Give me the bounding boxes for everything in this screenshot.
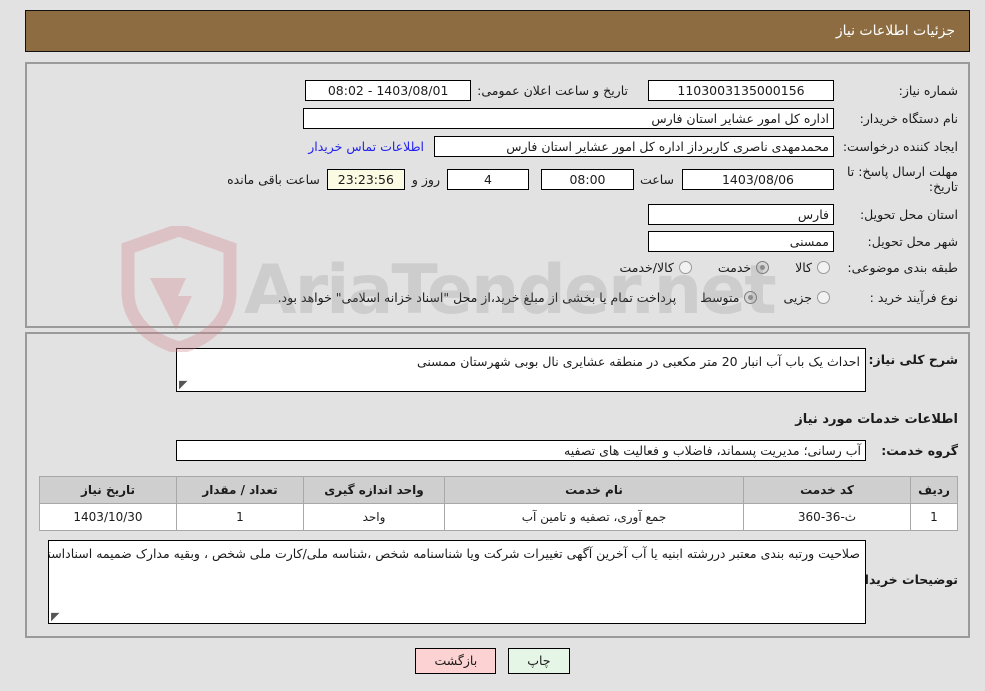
radio-motavaset-icon[interactable] (744, 291, 758, 304)
radio-kala-label: کالا (795, 260, 812, 275)
buyer-org-label: نام دستگاه خریدار: (859, 111, 958, 126)
buyer-org-value: اداره کل امور عشایر استان فارس (303, 108, 834, 129)
deadline-hour-label: ساعت (639, 171, 674, 187)
back-button[interactable]: بازگشت (415, 648, 497, 674)
cell-radif: 1 (910, 503, 958, 531)
general-desc-label: شرح کلی نیاز: (868, 352, 958, 367)
table-header-row: ردیف کد خدمت نام خدمت واحد اندازه گیری ت… (39, 476, 958, 504)
buyer-notes-label: توضیحات خریدار: (852, 572, 958, 587)
requester-label: ایجاد کننده درخواست: (842, 139, 958, 154)
radio-option-jozei[interactable]: جزیی (783, 290, 830, 305)
radio-khedmat-label: خدمت (717, 260, 752, 275)
buyer-notes-value: صلاحیت ورتبه بندی معتبر دررشته ابنیه یا … (48, 546, 860, 561)
buyer-contact-link[interactable]: اطلاعات تماس خریدار (308, 139, 424, 154)
buyer-org-row: نام دستگاه خریدار: اداره کل امور عشایر ا… (303, 108, 958, 129)
services-section-heading: اطلاعات خدمات مورد نیاز (795, 412, 958, 427)
services-table-wrapper: ردیف کد خدمت نام خدمت واحد اندازه گیری ت… (39, 476, 958, 531)
radio-option-khedmat[interactable]: خدمت (717, 260, 770, 275)
cell-name: جمع آوری، تصفیه و تامین آب (444, 503, 744, 531)
announce-datetime-row: تاریخ و ساعت اعلان عمومی: 1403/08/01 - 0… (305, 80, 628, 101)
page-title: جزئیات اطلاعات نیاز (835, 23, 955, 39)
need-details-panel: شرح کلی نیاز: احداث یک باب آب انبار 20 م… (25, 332, 970, 638)
radio-kala-icon[interactable] (817, 261, 830, 274)
requester-value: محمدمهدی ناصری کاربرداز اداره کل امور عش… (434, 136, 834, 157)
deadline-days-label: روز و (411, 171, 440, 187)
radio-motavaset-label: متوسط (700, 290, 740, 305)
delivery-city-row: شهر محل تحویل: ممسنی (648, 231, 958, 252)
delivery-city-value: ممسنی (648, 231, 834, 252)
col-radif: ردیف (910, 476, 958, 504)
deadline-label: مهلت ارسال پاسخ: تا تاریخ: (847, 164, 958, 194)
announce-datetime-value: 1403/08/01 - 08:02 (305, 80, 472, 101)
subject-category-row: طبقه بندی موضوعی: کالا خدمت کالا/خدمت (619, 260, 958, 275)
services-table: ردیف کد خدمت نام خدمت واحد اندازه گیری ت… (39, 476, 958, 531)
cell-unit: واحد (303, 503, 445, 531)
delivery-city-label: شهر محل تحویل: (867, 234, 958, 249)
purchase-process-note: پرداخت تمام یا بخشی از مبلغ خرید،از محل … (277, 290, 677, 305)
radio-jozei-label: جزیی (783, 290, 812, 305)
deadline-hour-value: 08:00 (540, 168, 634, 190)
general-desc-row: شرح کلی نیاز: احداث یک باب آب انبار 20 م… (176, 348, 958, 392)
radio-khedmat-icon[interactable] (756, 261, 770, 274)
delivery-province-label: استان محل تحویل: (859, 207, 958, 222)
print-button[interactable]: چاپ (508, 648, 570, 674)
announce-datetime-label: تاریخ و ساعت اعلان عمومی: (477, 83, 628, 98)
need-number-value: 1103003135000156 (648, 80, 834, 101)
general-desc-value: احداث یک باب آب انبار 20 متر مکعبی در من… (416, 354, 860, 369)
delivery-province-row: استان محل تحویل: فارس (648, 204, 958, 225)
col-date: تاریخ نیاز (39, 476, 177, 504)
col-quantity: تعداد / مقدار (176, 476, 304, 504)
purchase-process-label: نوع فرآیند خرید : (869, 290, 958, 305)
delivery-province-value: فارس (648, 204, 834, 225)
deadline-date-value: 1403/08/06 (682, 168, 834, 190)
col-code: کد خدمت (743, 476, 911, 504)
radio-option-kala-khedmat[interactable]: کالا/خدمت (619, 260, 692, 275)
radio-kala-khedmat-label: کالا/خدمت (619, 260, 674, 275)
radio-jozei-icon[interactable] (817, 291, 830, 304)
service-group-label: گروه خدمت: (881, 443, 958, 458)
subject-category-label: طبقه بندی موضوعی: (847, 260, 958, 275)
requester-row: ایجاد کننده درخواست: محمدمهدی ناصری کارب… (308, 136, 958, 157)
cell-quantity: 1 (176, 503, 304, 531)
need-number-row: شماره نیاز: 1103003135000156 (648, 80, 958, 101)
col-name: نام خدمت (444, 476, 744, 504)
deadline-days-value: 4 (446, 168, 529, 190)
deadline-row: مهلت ارسال پاسخ: تا تاریخ: 1403/08/06 سا… (227, 164, 958, 194)
need-info-panel: شماره نیاز: 1103003135000156 تاریخ و ساع… (25, 62, 970, 328)
page-header: جزئیات اطلاعات نیاز (25, 10, 970, 52)
service-group-value: آب رسانی؛ مدیریت پسماند، فاضلاب و فعالیت… (176, 440, 866, 461)
general-desc-textarea[interactable]: احداث یک باب آب انبار 20 متر مکعبی در من… (176, 348, 866, 392)
radio-kala-khedmat-icon[interactable] (678, 261, 692, 274)
buyer-notes-row: توضیحات خریدار: صلاحیت ورتبه بندی معتبر … (48, 540, 958, 624)
deadline-timer-label: ساعت باقی مانده (227, 171, 320, 187)
need-number-label: شماره نیاز: (898, 83, 958, 98)
cell-date: 1403/10/30 (39, 503, 177, 531)
resize-grip-icon[interactable]: ◥ (179, 378, 189, 391)
cell-code: ث-36-360 (743, 503, 911, 531)
radio-option-kala[interactable]: کالا (795, 260, 830, 275)
table-row[interactable]: 1 ث-36-360 جمع آوری، تصفیه و تامین آب وا… (39, 503, 958, 531)
purchase-process-row: نوع فرآیند خرید : جزیی متوسط پرداخت تمام… (278, 290, 958, 305)
resize-grip-icon-notes[interactable]: ◥ (51, 610, 61, 623)
col-unit: واحد اندازه گیری (303, 476, 445, 504)
footer-button-bar: بازگشت چاپ (0, 648, 985, 674)
deadline-countdown-timer: 23:23:56 (326, 168, 405, 190)
buyer-notes-textarea[interactable]: صلاحیت ورتبه بندی معتبر دررشته ابنیه یا … (48, 540, 866, 624)
service-group-row: گروه خدمت: آب رسانی؛ مدیریت پسماند، فاضل… (176, 440, 958, 461)
radio-option-motavaset[interactable]: متوسط (700, 290, 758, 305)
